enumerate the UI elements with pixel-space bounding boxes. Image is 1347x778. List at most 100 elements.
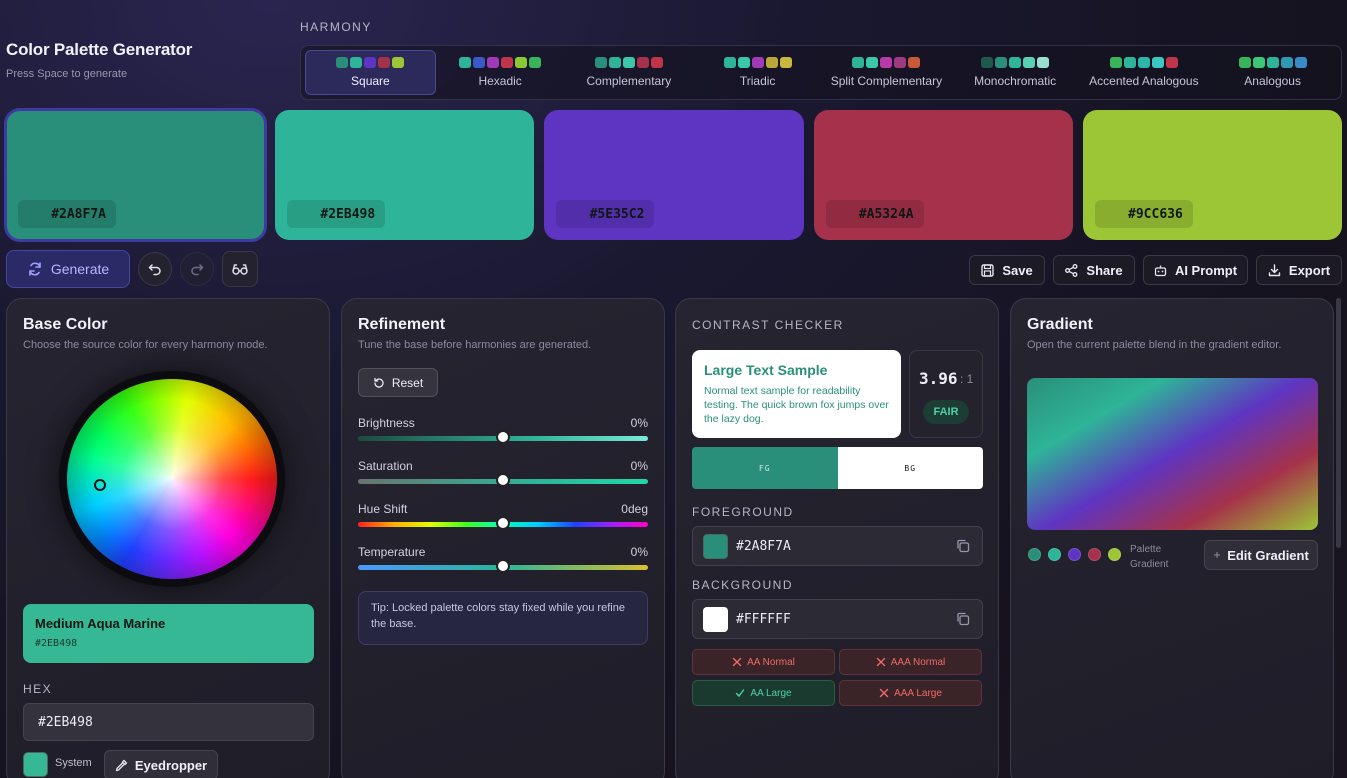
gradient-stop-dot[interactable] [1108,548,1121,561]
swatch-hex-label[interactable]: #A5324A [825,200,924,228]
undo-icon [148,262,162,276]
color-wheel[interactable] [59,371,285,587]
contrast-ratio-card: 3.96 : 1 FAIR [909,350,983,438]
tab-triadic[interactable]: Triadic [693,50,822,95]
share-button[interactable]: Share [1053,255,1135,285]
tab-analogous[interactable]: Analogous [1208,50,1337,95]
x-icon [879,688,889,698]
panel-title: Refinement [358,316,446,333]
palette-swatch[interactable]: #2A8F7A [3,108,268,242]
undo-button[interactable] [138,252,172,286]
reset-button[interactable]: Reset [358,368,438,397]
background-field[interactable]: #FFFFFF [692,599,983,639]
contrast-checker-panel: CONTRAST CHECKER Large Text Sample Norma… [675,298,999,778]
panel-subtitle: Choose the source color for every harmon… [23,339,268,351]
wcag-label: AA Large [750,687,792,699]
palette-swatch[interactable]: #2EB498 [275,110,535,240]
tab-square[interactable]: Square [305,50,436,95]
fg-preview[interactable]: FG [692,447,838,489]
tab-label: Triadic [739,74,776,88]
harmony-preview-dot [1280,57,1293,68]
swatch-hex-label[interactable]: #2EB498 [287,200,386,228]
slider-thumb[interactable] [496,516,510,530]
fg-bg-preview[interactable]: FG BG [692,447,983,489]
background-hex[interactable]: #FFFFFF [736,612,791,627]
gradient-stop-dot[interactable] [1028,548,1041,561]
contrast-rating-badge: FAIR [923,400,969,424]
foreground-swatch[interactable] [703,533,728,559]
harmony-tabs: Square Hexadic Complementary Triadic Split C… [300,45,1342,100]
generate-button[interactable]: Generate [6,250,130,288]
background-label: BACKGROUND [692,578,794,592]
export-button[interactable]: Export [1256,255,1342,285]
gradient-stop-dot[interactable] [1068,548,1081,561]
foreground-field[interactable]: #2A8F7A [692,526,983,566]
slider-value: 0% [630,416,648,430]
contrast-sample: Large Text Sample Normal text sample for… [692,350,901,438]
reset-icon [373,377,385,389]
harmony-preview-dot [1294,57,1307,68]
redo-icon [190,262,204,276]
x-icon [732,657,742,667]
copy-icon[interactable] [956,612,970,626]
vision-simulator-button[interactable] [222,251,258,287]
edit-gradient-label: Edit Gradient [1227,547,1309,563]
harmony-label: HARMONY [300,20,372,34]
harmony-preview-dots [594,57,663,68]
scrollbar[interactable] [1336,298,1341,548]
ai-prompt-button[interactable]: AI Prompt [1143,255,1248,285]
slider-value: 0% [630,545,648,559]
swatch-hex-label[interactable]: #2A8F7A [18,200,116,228]
edit-gradient-button[interactable]: Edit Gradient [1204,540,1318,570]
slider-thumb[interactable] [496,473,510,487]
palette-swatch[interactable]: #5E35C2 [544,110,804,240]
gradient-stop-dot[interactable] [1048,548,1061,561]
save-button[interactable]: Save [969,255,1045,285]
gradient-preview[interactable] [1027,378,1318,530]
palette-swatch[interactable]: #A5324A [813,110,1073,240]
harmony-preview-dot [1023,57,1036,68]
harmony-preview-dot [378,57,391,68]
save-icon [981,263,995,277]
tab-hexadic[interactable]: Hexadic [436,50,565,95]
harmony-preview-dots [723,57,792,68]
copy-icon[interactable] [956,539,970,553]
color-wheel-handle[interactable] [94,479,106,491]
palette-swatches: #2A8F7A #2EB498 #5E35C2 #A5324A #9CC636 [3,108,1343,242]
palette-swatch[interactable]: #9CC636 [1082,110,1343,240]
slider-thumb[interactable] [496,559,510,573]
tab-label: Square [351,74,390,88]
harmony-preview-dot [880,57,893,68]
sample-title: Large Text Sample [704,362,828,378]
harmony-preview-dot [1009,57,1022,68]
harmony-preview-dot [981,57,994,68]
gradient-label: Gradient [1130,559,1169,570]
color-name: Medium Aqua Marine [35,616,166,631]
tab-accented-analogous[interactable]: Accented Analogous [1080,50,1209,95]
swatch-hex-label[interactable]: #9CC636 [1094,200,1193,228]
slider-label: Brightness [358,416,415,430]
slider-saturation: Saturation 0% [358,459,648,491]
ai-prompt-label: AI Prompt [1174,262,1238,278]
tip-box: Tip: Locked palette colors stay fixed wh… [358,591,648,645]
harmony-preview-dot [1137,57,1150,68]
background-swatch[interactable] [703,606,728,632]
tab-complementary[interactable]: Complementary [565,50,694,95]
slider-thumb[interactable] [496,430,510,444]
hex-input[interactable]: #2EB498 [23,703,314,741]
generate-label: Generate [50,261,110,277]
slider-brightness: Brightness 0% [358,416,648,448]
foreground-hex[interactable]: #2A8F7A [736,539,791,554]
harmony-preview-dot [995,57,1008,68]
redo-button[interactable] [180,252,214,286]
system-color-picker[interactable] [23,752,48,777]
contrast-ratio: 3.96 [919,369,958,388]
tab-monochromatic[interactable]: Monochromatic [951,50,1080,95]
eyedropper-button[interactable]: Eyedropper [104,750,218,778]
swatch-hex-label[interactable]: #5E35C2 [556,200,655,228]
refinement-panel: Refinement Tune the base before harmonie… [341,298,665,778]
gradient-stop-dot[interactable] [1088,548,1101,561]
harmony-preview-dot [336,57,349,68]
bg-preview[interactable]: BG [837,447,983,489]
tab-split-complementary[interactable]: Split Complementary [822,50,951,95]
